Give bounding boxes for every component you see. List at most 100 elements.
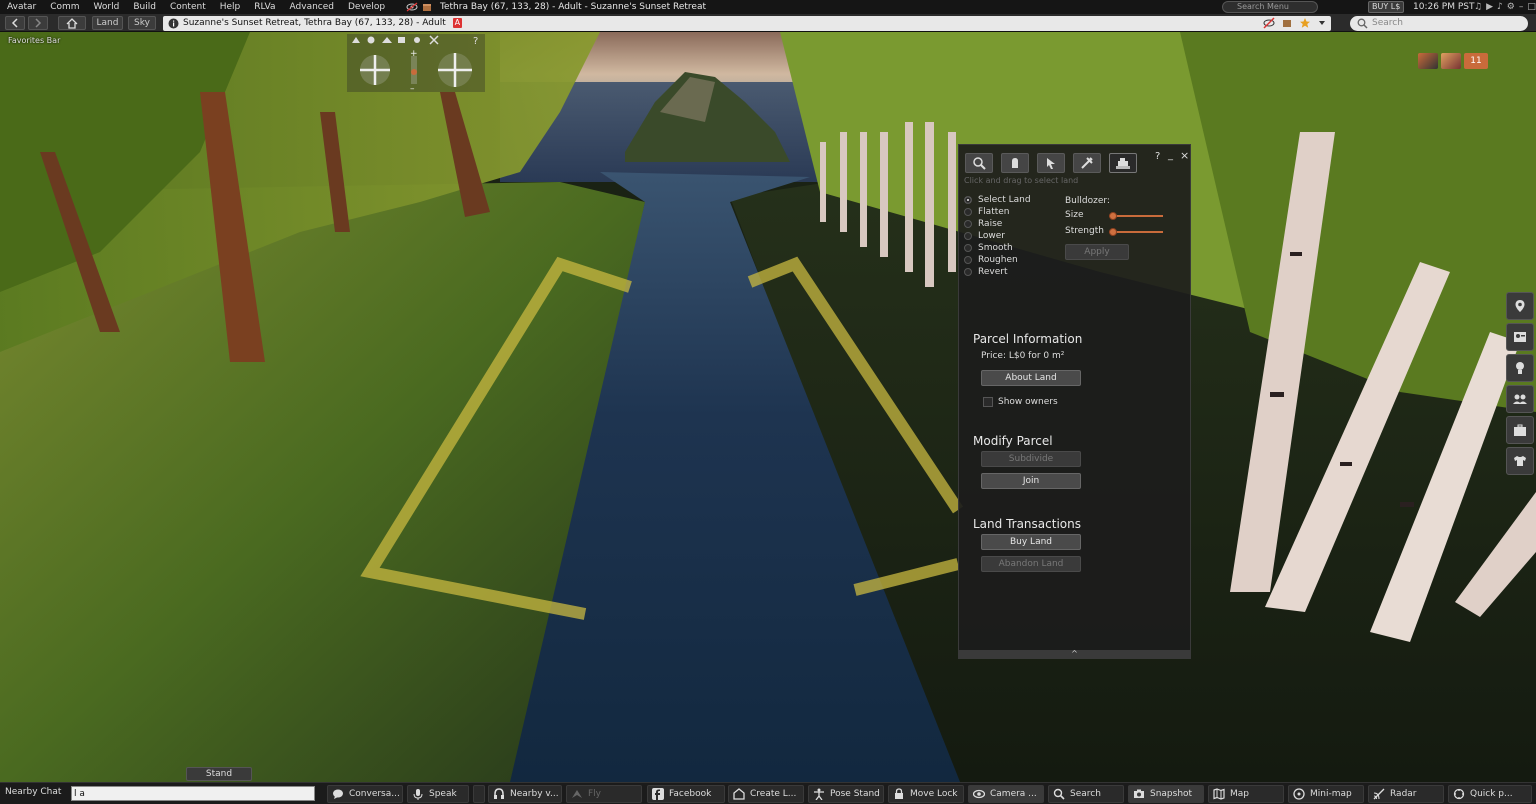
radio-select-land[interactable] [964, 196, 972, 204]
menu-comm[interactable]: Comm [43, 2, 86, 12]
radio-lower[interactable] [964, 232, 972, 240]
no-see-icon[interactable] [1263, 17, 1275, 29]
menu-advanced[interactable]: Advanced [283, 2, 341, 12]
sidebar-inventory-button[interactable] [1506, 416, 1534, 444]
location-dropdown-icon[interactable] [1317, 18, 1327, 28]
visibility-icon[interactable] [406, 2, 418, 12]
option-select-land[interactable]: Select Land [964, 195, 1031, 205]
notification-count[interactable]: 11 [1464, 53, 1488, 69]
move-lock-button[interactable]: Move Lock [888, 785, 964, 803]
size-slider-knob[interactable] [1109, 212, 1117, 220]
option-raise[interactable]: Raise [964, 219, 1002, 229]
sky-button[interactable]: Sky [128, 16, 156, 30]
menu-help[interactable]: Help [213, 2, 248, 12]
shirt-icon [1514, 456, 1526, 466]
sidebar-appearance-button[interactable] [1506, 354, 1534, 382]
speak-options-button[interactable] [473, 785, 485, 803]
search-button[interactable]: Search [1048, 785, 1124, 803]
tool-tab-land[interactable] [1109, 153, 1137, 173]
apply-button[interactable]: Apply [1065, 244, 1129, 260]
sidebar-outfits-button[interactable] [1506, 447, 1534, 475]
settings-icon[interactable]: ⚙ [1507, 2, 1515, 12]
land-button[interactable]: Land [92, 16, 123, 30]
subdivide-button[interactable]: Subdivide [981, 451, 1081, 467]
info-icon[interactable] [168, 18, 179, 29]
abandon-land-button[interactable]: Abandon Land [981, 556, 1081, 572]
menu-search-input[interactable]: Search Menu [1222, 1, 1318, 13]
favorites-bar[interactable]: Favorites Bar [8, 36, 60, 45]
join-button[interactable]: Join [981, 473, 1081, 489]
parcel-box-icon[interactable] [422, 2, 432, 12]
menu-develop[interactable]: Develop [341, 2, 392, 12]
forward-button[interactable] [28, 16, 48, 30]
tool-tab-create[interactable] [1073, 153, 1101, 173]
radio-smooth[interactable] [964, 244, 972, 252]
radio-flatten[interactable] [964, 208, 972, 216]
tool-tab-focus[interactable] [965, 153, 993, 173]
snapshot-button[interactable]: Snapshot [1128, 785, 1204, 803]
minimap-label: Mini-map [1310, 789, 1352, 799]
conversations-button[interactable]: Conversa... [327, 785, 403, 803]
minimap-button[interactable]: Mini-map [1288, 785, 1364, 803]
tool-tab-move[interactable] [1001, 153, 1029, 173]
about-land-button[interactable]: About Land [981, 370, 1081, 386]
strength-slider-knob[interactable] [1109, 228, 1117, 236]
camera-button[interactable]: Camera ... [968, 785, 1044, 803]
nearby-voice-button[interactable]: Nearby v... [488, 785, 562, 803]
stand-button[interactable]: Stand [186, 767, 252, 781]
option-revert[interactable]: Revert [964, 267, 1007, 277]
panel-expand-bar[interactable]: ^ [959, 650, 1190, 658]
radar-button[interactable]: Radar [1368, 785, 1444, 803]
music-icon[interactable]: ♫ [1474, 2, 1482, 12]
notification-avatar-icon[interactable] [1418, 53, 1438, 69]
location-input[interactable]: Suzanne's Sunset Retreat, Tethra Bay (67… [163, 16, 1331, 31]
radio-roughen[interactable] [964, 256, 972, 264]
option-roughen[interactable]: Roughen [964, 255, 1018, 265]
world-viewport[interactable] [0, 32, 1536, 782]
map-button[interactable]: Map [1208, 785, 1284, 803]
buy-currency-button[interactable]: BUY L$ [1368, 1, 1405, 13]
pose-stand-button[interactable]: Pose Stand [808, 785, 884, 803]
option-label: Revert [978, 267, 1008, 277]
notification-gift-icon[interactable] [1441, 53, 1461, 69]
nav-search-input[interactable]: Search [1350, 16, 1528, 31]
back-button[interactable] [5, 16, 25, 30]
chat-input[interactable] [71, 786, 315, 801]
panel-close-icon[interactable]: × [1180, 149, 1189, 162]
create-landmark-button[interactable]: Create L... [728, 785, 804, 803]
media-icon[interactable]: ▶ [1486, 2, 1493, 12]
strength-label: Strength [1065, 226, 1104, 236]
facebook-button[interactable]: Facebook [647, 785, 725, 803]
home-button[interactable] [58, 16, 86, 30]
sidebar-places-button[interactable] [1506, 292, 1534, 320]
buy-land-button[interactable]: Buy Land [981, 534, 1081, 550]
fly-button[interactable]: Fly [566, 785, 642, 803]
option-flatten[interactable]: Flatten [964, 207, 1010, 217]
menu-content[interactable]: Content [163, 2, 213, 12]
option-lower[interactable]: Lower [964, 231, 1005, 241]
volume-icon[interactable]: ♪ [1497, 2, 1503, 12]
menu-world[interactable]: World [87, 2, 127, 12]
nearby-chat-label[interactable]: Nearby Chat [5, 787, 61, 797]
sidebar-profile-button[interactable] [1506, 323, 1534, 351]
quick-preferences-button[interactable]: Quick p... [1448, 785, 1532, 803]
radio-raise[interactable] [964, 220, 972, 228]
favorite-star-icon[interactable] [1299, 17, 1311, 29]
menu-rlva[interactable]: RLVa [247, 2, 282, 12]
window-min-icon[interactable]: – [1519, 2, 1524, 12]
speak-button[interactable]: Speak [407, 785, 469, 803]
radio-revert[interactable] [964, 268, 972, 276]
show-owners-checkbox[interactable] [983, 397, 993, 407]
panel-minimize-icon[interactable]: _ [1168, 150, 1173, 161]
sidebar-people-button[interactable] [1506, 385, 1534, 413]
window-max-icon[interactable]: □ [1527, 2, 1536, 12]
menu-avatar[interactable]: Avatar [0, 2, 43, 12]
parcel-properties-icon[interactable] [1281, 17, 1293, 29]
map-label: Map [1230, 789, 1249, 799]
menu-build[interactable]: Build [126, 2, 163, 12]
strength-slider[interactable] [1109, 228, 1163, 236]
size-slider[interactable] [1109, 212, 1163, 220]
option-smooth[interactable]: Smooth [964, 243, 1013, 253]
tool-tab-edit[interactable] [1037, 153, 1065, 173]
panel-help-icon[interactable]: ? [1155, 151, 1160, 162]
